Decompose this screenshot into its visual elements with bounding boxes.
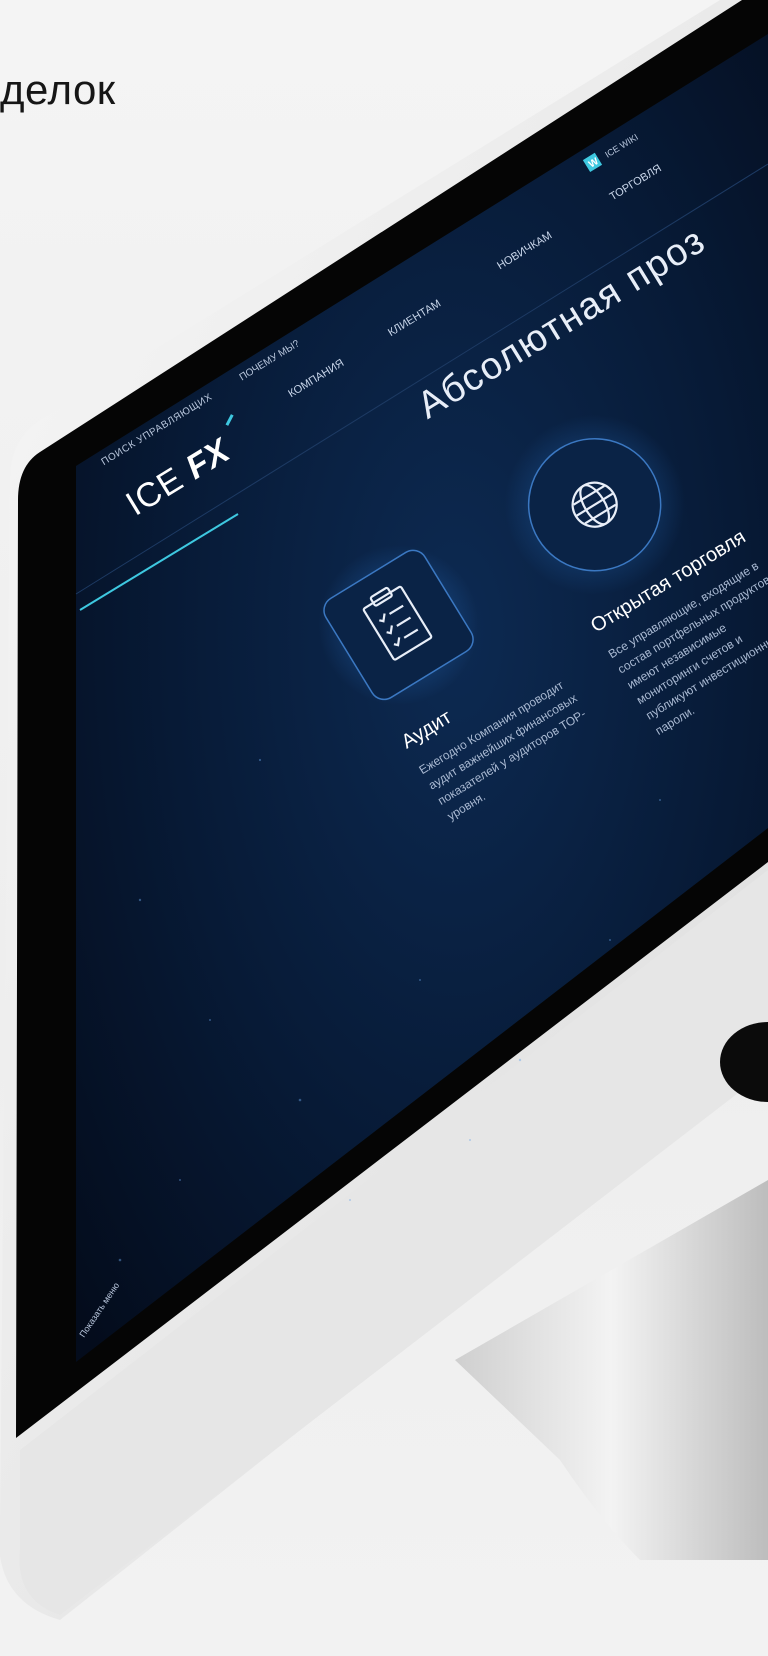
imac-mockup: ПОИСК УПРАВЛЯЮЩИХ ICE FX ПОЧЕМУ МЫ? КОМП… [0, 0, 768, 1620]
